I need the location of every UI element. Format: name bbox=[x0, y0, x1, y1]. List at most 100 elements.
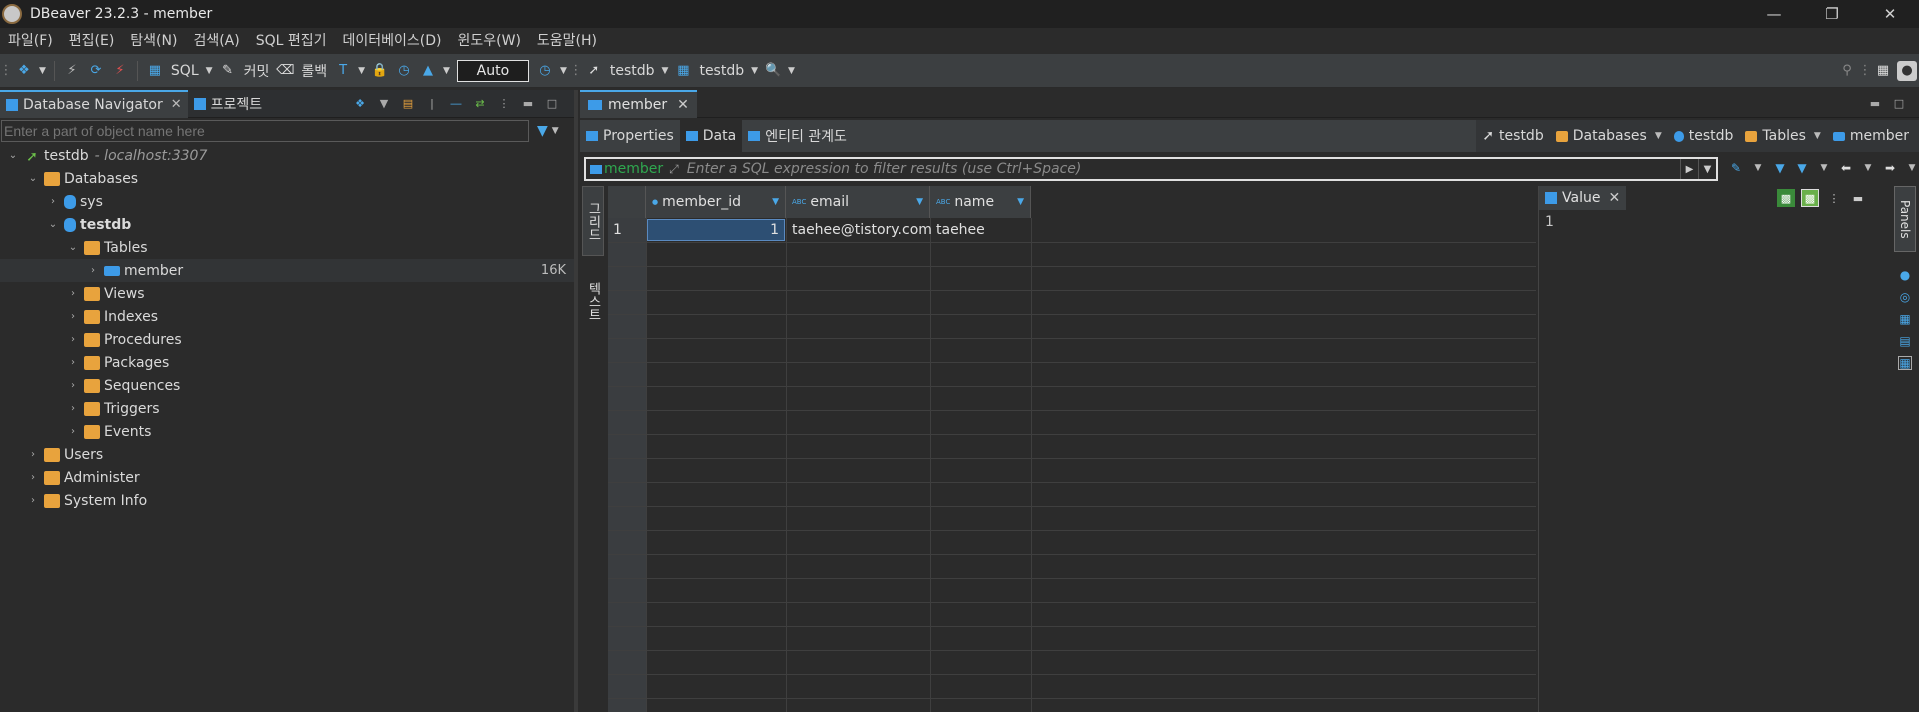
filter-settings-icon[interactable]: ▼ bbox=[1771, 159, 1789, 177]
save-icon[interactable]: ▩ bbox=[1777, 189, 1795, 207]
chevron-right-icon[interactable]: › bbox=[66, 403, 80, 414]
chevron-down-icon[interactable]: ▼ bbox=[1815, 159, 1833, 177]
filter-history-dropdown[interactable]: ▼ bbox=[1698, 159, 1716, 179]
sql-editor-icon[interactable]: ▦ bbox=[145, 61, 165, 81]
search-icon[interactable]: ⚲ bbox=[1837, 61, 1857, 81]
chevron-down-icon[interactable]: ▼ bbox=[788, 66, 795, 76]
tree-item-connection[interactable]: ⌄ ➚ testdb - localhost:3307 bbox=[0, 144, 574, 167]
cell-email[interactable]: taehee@tistory.com bbox=[787, 219, 932, 241]
chevron-down-icon[interactable]: ▼ bbox=[662, 66, 669, 76]
close-icon[interactable]: ✕ bbox=[1608, 190, 1620, 206]
lock-icon[interactable]: 🔒 bbox=[370, 61, 390, 81]
chevron-right-icon[interactable]: › bbox=[26, 495, 40, 506]
commit-icon[interactable]: ✎ bbox=[218, 61, 238, 81]
tab-grid[interactable]: 그리드 bbox=[582, 186, 604, 256]
chevron-down-icon[interactable]: ▼ bbox=[39, 66, 46, 76]
chevron-down-icon[interactable]: ⌄ bbox=[6, 150, 20, 161]
close-icon[interactable]: ✕ bbox=[677, 97, 689, 113]
disconnect-icon[interactable]: ⚡ bbox=[110, 61, 130, 81]
chevron-right-icon[interactable]: › bbox=[66, 380, 80, 391]
open-perspective-icon[interactable]: ▦ bbox=[1873, 61, 1893, 81]
tree-item-sys[interactable]: › sys bbox=[0, 190, 574, 213]
value-viewer[interactable]: 1 bbox=[1539, 210, 1876, 234]
minimize-icon[interactable]: ▬ bbox=[519, 95, 537, 113]
menu-file[interactable]: 파일(F) bbox=[0, 30, 61, 50]
breadcrumb-database[interactable]: testdb bbox=[1668, 128, 1740, 144]
tab-er-diagram[interactable]: 엔티티 관계도 bbox=[742, 120, 853, 152]
chevron-right-icon[interactable]: › bbox=[86, 265, 100, 276]
connect-icon[interactable]: ⚡ bbox=[62, 61, 82, 81]
sql-filter-bar[interactable]: member ⤢ Enter a SQL expression to filte… bbox=[584, 157, 1718, 181]
metadata-icon[interactable]: ◎ bbox=[1898, 290, 1912, 304]
rollback-icon[interactable]: ⌫ bbox=[275, 61, 295, 81]
tab-value[interactable]: Value ✕ bbox=[1539, 186, 1627, 210]
chevron-right-icon[interactable]: › bbox=[66, 288, 80, 299]
tree-item-indexes[interactable]: › Indexes bbox=[0, 305, 574, 328]
collapse-all-icon[interactable]: ― bbox=[447, 95, 465, 113]
value-panel-toggle-icon[interactable]: ▦ bbox=[1898, 356, 1912, 370]
dbeaver-perspective-icon[interactable]: ● bbox=[1897, 60, 1917, 81]
tree-item-users[interactable]: › Users bbox=[0, 443, 574, 466]
transaction-mode-field[interactable]: Auto bbox=[456, 59, 529, 82]
restore-button[interactable]: ❐ bbox=[1803, 0, 1861, 28]
menu-search[interactable]: 검색(A) bbox=[185, 30, 247, 50]
tree-item-sequences[interactable]: › Sequences bbox=[0, 374, 574, 397]
sql-button[interactable]: SQL bbox=[171, 63, 199, 79]
close-icon[interactable]: ✕ bbox=[171, 97, 182, 112]
cell-member-id[interactable]: 1 bbox=[647, 219, 785, 241]
minimize-icon[interactable]: ▬ bbox=[1849, 189, 1867, 207]
eraser-icon[interactable]: ✎ bbox=[1727, 159, 1745, 177]
chevron-right-icon[interactable]: › bbox=[66, 426, 80, 437]
history-icon[interactable]: ◷ bbox=[535, 61, 555, 81]
chevron-right-icon[interactable]: › bbox=[46, 196, 60, 207]
tree-item-testdb[interactable]: ⌄ testdb bbox=[0, 213, 574, 236]
new-connection-icon[interactable]: ❖ bbox=[351, 95, 369, 113]
chevron-down-icon[interactable]: ▼ bbox=[206, 66, 213, 76]
chevron-down-icon[interactable]: ▼ bbox=[375, 95, 393, 113]
chevron-down-icon[interactable]: ▼ bbox=[358, 66, 365, 76]
filter-icon[interactable]: ▼ bbox=[1793, 159, 1811, 177]
chevron-down-icon[interactable]: ▼ bbox=[1655, 131, 1662, 141]
invalidate-icon[interactable]: ⟳ bbox=[86, 61, 106, 81]
chevron-right-icon[interactable]: › bbox=[66, 357, 80, 368]
active-datasource-selector[interactable]: testdb bbox=[610, 63, 655, 79]
forward-arrow-icon[interactable]: ➡ bbox=[1881, 159, 1899, 177]
close-button[interactable]: ✕ bbox=[1861, 0, 1919, 28]
chevron-down-icon[interactable]: ▼ bbox=[1903, 159, 1919, 177]
view-menu-icon[interactable]: ⋮ bbox=[1825, 189, 1843, 207]
menu-edit[interactable]: 편집(E) bbox=[61, 30, 123, 50]
filter-icon[interactable]: ▼ bbox=[537, 123, 548, 139]
chevron-down-icon[interactable]: ▼ bbox=[443, 66, 450, 76]
link-editor-icon[interactable]: ⇄ bbox=[471, 95, 489, 113]
tree-item-member[interactable]: › member 16K bbox=[0, 259, 574, 282]
tree-item-packages[interactable]: › Packages bbox=[0, 351, 574, 374]
expand-icon[interactable]: ⤢ bbox=[669, 162, 679, 177]
transaction-mode-icon[interactable]: T bbox=[333, 61, 353, 81]
tree-item-tables[interactable]: ⌄ Tables bbox=[0, 236, 574, 259]
apply-filter-icon[interactable]: ▶ bbox=[1680, 159, 1698, 179]
chevron-down-icon[interactable]: ▼ bbox=[1859, 159, 1877, 177]
menu-sql-editor[interactable]: SQL 편집기 bbox=[248, 30, 335, 50]
tree-item-views[interactable]: › Views bbox=[0, 282, 574, 305]
auto-apply-icon[interactable]: ▩ bbox=[1801, 189, 1819, 207]
navigator-filter-input[interactable] bbox=[1, 120, 529, 142]
sort-icon[interactable]: ▼ bbox=[916, 197, 923, 207]
chevron-down-icon[interactable]: ⌄ bbox=[26, 173, 40, 184]
commit-button[interactable]: 커밋 bbox=[244, 61, 270, 81]
column-header-member-id[interactable]: ● member_id ▼ bbox=[646, 186, 786, 218]
chevron-down-icon[interactable]: ▼ bbox=[560, 66, 567, 76]
search-icon[interactable]: 🔍 bbox=[763, 61, 783, 81]
active-schema-selector[interactable]: testdb bbox=[699, 63, 744, 79]
tab-text[interactable]: 텍스트 bbox=[582, 266, 604, 336]
tree-item-administer[interactable]: › Administer bbox=[0, 466, 574, 489]
tab-panels[interactable]: Panels bbox=[1894, 186, 1916, 252]
chevron-down-icon[interactable]: ▼ bbox=[1749, 159, 1767, 177]
folder-icon[interactable]: ▤ bbox=[399, 95, 417, 113]
chevron-right-icon[interactable]: › bbox=[66, 311, 80, 322]
breadcrumb-table[interactable]: member bbox=[1827, 128, 1915, 144]
chevron-down-icon[interactable]: ⌄ bbox=[66, 242, 80, 253]
maximize-icon[interactable]: □ bbox=[543, 95, 561, 113]
cell-name[interactable]: taehee bbox=[931, 219, 1031, 241]
tree-item-databases[interactable]: ⌄ Databases bbox=[0, 167, 574, 190]
tree-item-system-info[interactable]: › System Info bbox=[0, 489, 574, 512]
